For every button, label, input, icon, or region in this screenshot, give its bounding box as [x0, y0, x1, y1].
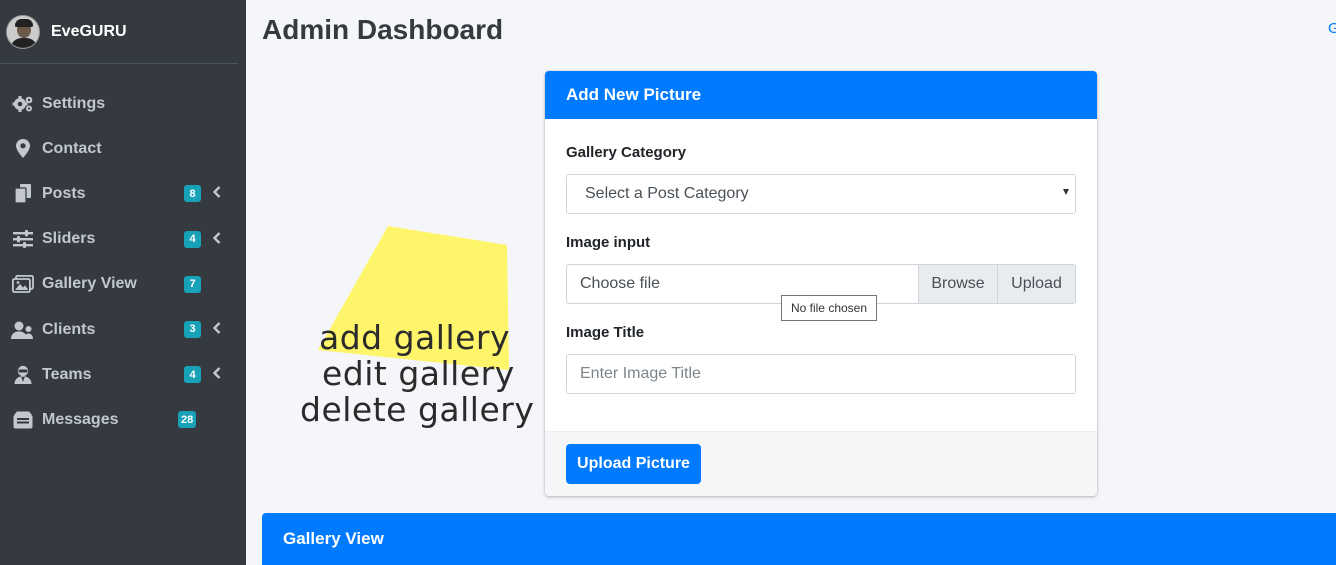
sidebar-item-label: Teams: [42, 365, 92, 383]
copy-icon: [11, 184, 35, 204]
upload-picture-button[interactable]: Upload Picture: [566, 444, 701, 484]
file-tooltip: No file chosen: [781, 295, 877, 321]
gallery-count-badge: 7: [184, 275, 201, 293]
image-input-label: Image input: [566, 234, 651, 251]
avatar: [6, 14, 40, 49]
brand-name: EveGURU: [51, 22, 127, 40]
sidebar-nav: Settings Contact Posts 8 Sliders 4 Galle…: [0, 81, 246, 443]
sidebar-item-label: Sliders: [42, 230, 96, 248]
images-icon: [11, 274, 35, 294]
card-footer: Upload Picture: [545, 431, 1097, 496]
user-secret-icon: [11, 365, 35, 385]
sidebar-item-label: Messages: [42, 410, 119, 428]
teams-count-badge: 4: [184, 366, 201, 384]
sidebar-item-label: Clients: [42, 320, 96, 338]
annotation-line-2: edit gallery: [322, 354, 515, 393]
posts-count-badge: 8: [184, 185, 201, 203]
page-title: Admin Dashboard: [262, 14, 504, 45]
chevron-left-icon[interactable]: [212, 183, 222, 201]
gallery-view-header: Gallery View: [262, 513, 1336, 565]
card-title: Add New Picture: [545, 71, 1097, 119]
sidebar-item-label: Settings: [42, 94, 106, 112]
add-picture-card: Add New Picture Gallery Category Select …: [545, 71, 1097, 496]
sidebar-item-clients[interactable]: Clients 3: [0, 307, 246, 352]
annotation-line-1: add gallery: [319, 318, 511, 357]
caret-down-icon: [1063, 189, 1069, 195]
chevron-left-icon[interactable]: [212, 319, 222, 337]
map-marker-icon: [11, 139, 35, 159]
annotation-line-3: delete gallery: [300, 390, 535, 429]
sidebar: EveGURU Settings Contact Posts 8 Sliders…: [0, 0, 246, 565]
sidebar-item-settings[interactable]: Settings: [0, 81, 246, 126]
sidebar-item-label: Contact: [42, 139, 102, 157]
category-select[interactable]: Select a Post Category: [566, 174, 1076, 214]
messages-count-badge: 28: [178, 411, 197, 429]
category-label: Gallery Category: [566, 144, 687, 161]
chevron-left-icon[interactable]: [212, 229, 222, 247]
sidebar-item-teams[interactable]: Teams 4: [0, 352, 246, 397]
sidebar-item-sliders[interactable]: Sliders 4: [0, 217, 246, 262]
upload-button[interactable]: Upload: [997, 265, 1075, 303]
category-selected-value: Select a Post Category: [585, 185, 749, 202]
sidebar-item-posts[interactable]: Posts 8: [0, 171, 246, 216]
user-group-icon: [11, 320, 35, 340]
card-body: Gallery Category Select a Post Category …: [545, 119, 1097, 431]
brand[interactable]: EveGURU: [0, 0, 238, 64]
image-title-input[interactable]: [566, 354, 1076, 394]
sidebar-item-messages[interactable]: Messages 28: [0, 397, 246, 442]
inbox-icon: [11, 410, 35, 430]
sidebar-item-contact[interactable]: Contact: [0, 126, 246, 171]
gears-icon: [11, 94, 35, 114]
sliders-count-badge: 4: [184, 230, 201, 248]
browse-button[interactable]: Browse: [918, 265, 997, 303]
sidebar-item-gallery-view[interactable]: Gallery View 7: [0, 262, 246, 307]
sidebar-item-label: Posts: [42, 184, 86, 202]
sidebar-item-label: Gallery View: [42, 275, 137, 293]
sliders-icon: [11, 229, 35, 249]
image-title-label: Image Title: [566, 324, 645, 341]
chevron-left-icon[interactable]: [212, 364, 222, 382]
header-corner-link[interactable]: G: [1328, 20, 1336, 37]
clients-count-badge: 3: [184, 320, 201, 338]
